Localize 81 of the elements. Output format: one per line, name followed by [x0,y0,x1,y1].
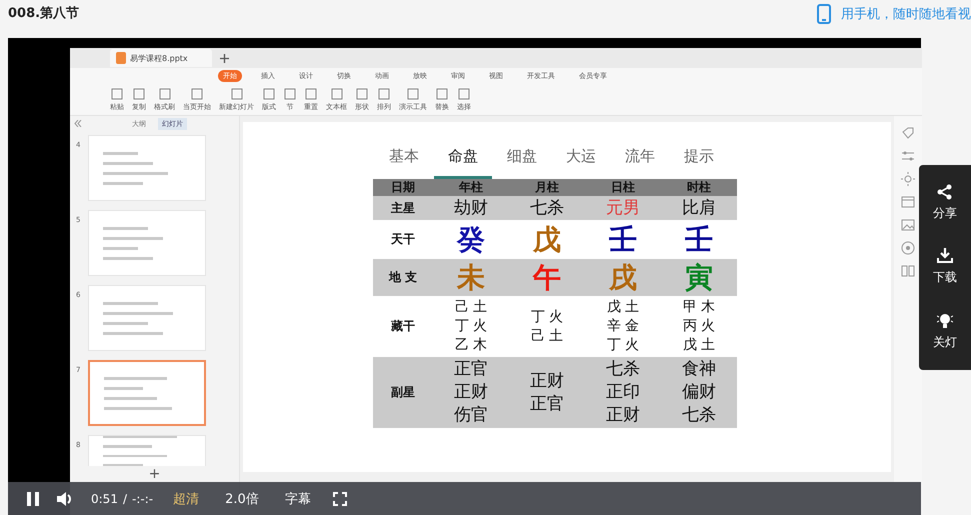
column-header: 日柱 [610,179,636,196]
download-icon [937,248,953,264]
table-cell: 丁 火 [530,308,564,326]
light-bulb-icon [937,312,953,329]
quality-button[interactable]: 超清 [167,488,206,510]
fullscreen-button[interactable] [330,490,349,508]
table-cell: 正官 [454,358,488,381]
table-cell: 己 土 [454,298,488,317]
image-icon [901,218,915,232]
table-cell: 七杀 [606,358,640,381]
target-icon [901,241,915,255]
row-label: 天干 [391,231,415,248]
time-separator: / [122,492,127,506]
page-title: 008.第八节 [8,5,80,22]
pause-button[interactable] [25,490,41,508]
table-cell: 戊 土 [606,298,640,317]
table-cell: 壬 [685,222,713,256]
table-cell: 丙 火 [682,317,716,336]
table-cell: 乙 木 [454,336,488,355]
file-tab[interactable]: 易学课程8.pptx [110,49,212,67]
tag-icon [901,126,915,140]
table-cell: 丁 火 [606,336,640,355]
table-cell: 劫财 [454,198,488,218]
chart-tab[interactable]: 提示 [684,147,714,179]
table-cell: 比肩 [682,198,716,218]
fullscreen-icon [332,492,347,506]
table-cell: 正印 [606,381,640,404]
table-cell: 未 [457,260,485,294]
subtitles-button[interactable]: 字幕 [278,488,317,510]
table-cell: 伤官 [454,404,488,427]
chart-tab[interactable]: 大运 [566,147,596,179]
chart-tab[interactable]: 细盘 [507,147,537,179]
sliders-icon [901,149,915,163]
row-label: 主星 [391,200,415,216]
column-header: 年柱 [458,179,484,196]
table-cell: 正财 [606,404,640,427]
table-cell: 戊 土 [682,336,716,355]
pause-icon [27,492,39,506]
side-button[interactable]: 关灯 [933,312,957,351]
column-header: 时柱 [686,179,712,196]
table-cell: 己 土 [530,326,564,346]
table-cell: 辛 金 [606,317,640,336]
table-cell: 癸 [457,222,485,256]
table-cell: 偏财 [682,381,716,404]
current-time: 0:51 [91,492,118,506]
column-header: 月柱 [534,179,560,196]
new-tab-button[interactable] [218,52,231,64]
slide-thumbnail[interactable] [88,360,206,426]
row-label: 副星 [391,384,415,401]
book-icon [901,264,915,278]
window-icon [901,195,915,209]
table-cell: 正财 [530,370,564,392]
sun-icon [901,172,915,186]
table-cell: 寅 [685,260,713,294]
share-icon [937,184,953,200]
row-label: 地 支 [388,269,418,286]
table-cell: 七杀 [530,198,564,218]
duration: -:-:- [132,492,154,506]
table-cell: 戊 [533,222,561,256]
column-header: 日期 [390,179,416,196]
row-label: 藏干 [391,318,415,335]
table-cell: 七杀 [682,404,716,427]
phone-icon [817,4,831,24]
add-slide-button[interactable]: + [148,467,160,481]
double-chevron-icon [74,120,82,126]
table-cell: 正官 [530,392,564,416]
side-button[interactable]: 下载 [933,248,957,286]
table-cell: 正财 [454,381,488,404]
table-cell: 壬 [609,222,637,256]
table-cell: 食神 [682,358,716,381]
side-button[interactable]: 分享 [933,184,957,222]
chart-tab[interactable]: 流年 [625,147,655,179]
table-cell: 丁 火 [454,317,488,336]
plus-icon [220,54,229,62]
table-cell: 午 [533,260,561,294]
table-cell: 甲 木 [682,298,716,317]
collapse-button[interactable] [74,120,82,128]
speed-button[interactable]: 2.0倍 [219,488,265,510]
table-cell: 元男 [606,198,640,218]
chart-tab[interactable]: 基本 [389,147,419,179]
table-cell: 戌 [609,260,637,294]
